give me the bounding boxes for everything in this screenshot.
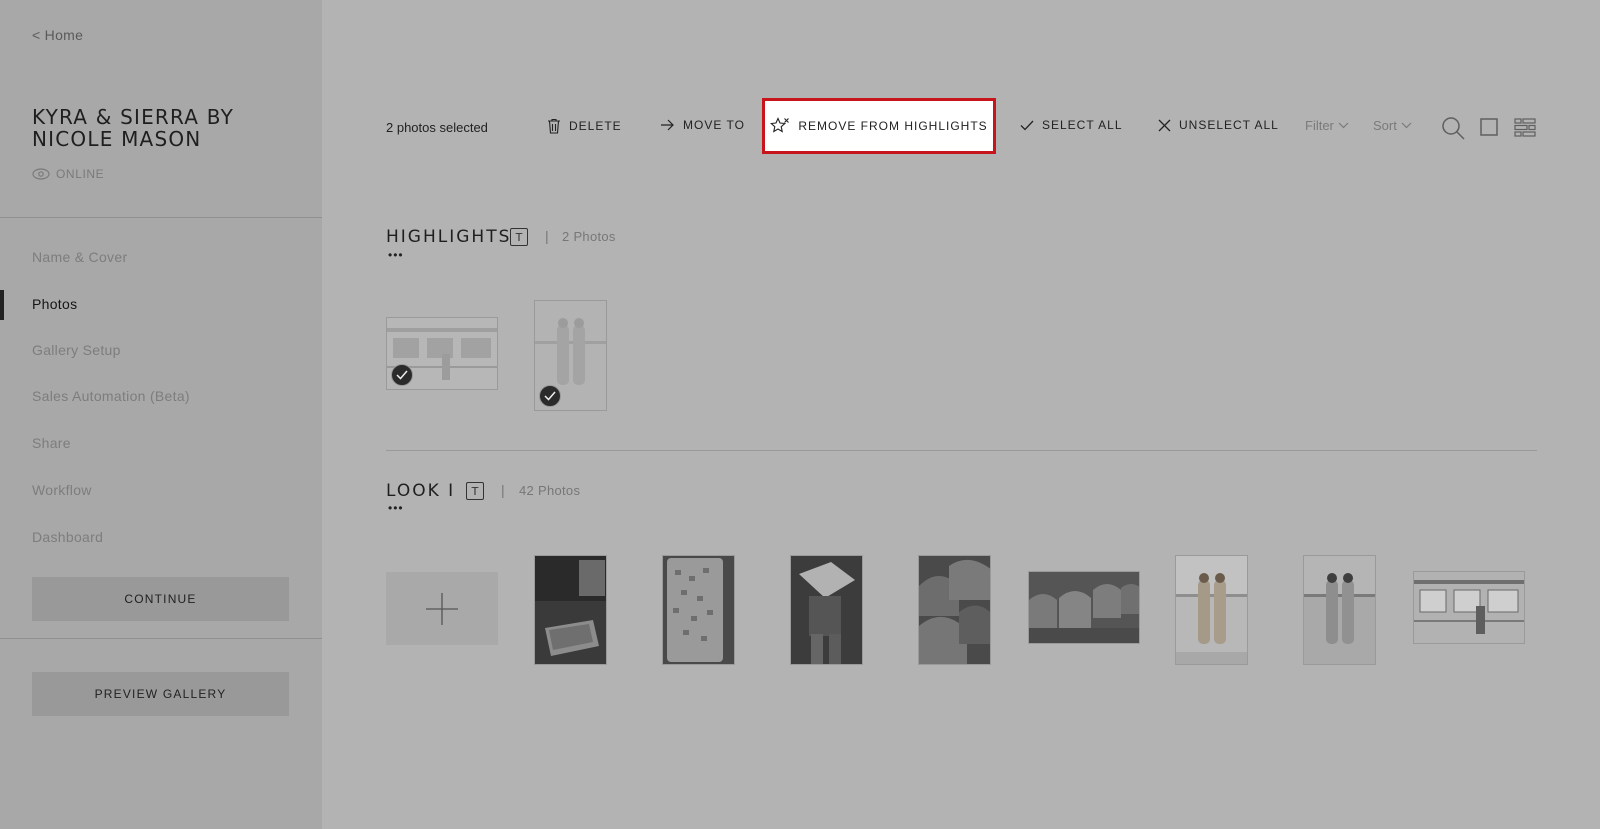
sidebar-item-sales-automation[interactable]: Sales Automation (Beta) xyxy=(32,388,190,404)
select-all-button[interactable]: SELECT ALL xyxy=(1020,118,1123,132)
table-photo xyxy=(535,556,606,664)
sidebar-divider xyxy=(0,217,322,218)
look-i-more-icon[interactable]: ••• xyxy=(388,502,404,514)
look-i-title: LOOK I xyxy=(386,481,456,501)
ferry-window-photo xyxy=(1414,572,1524,643)
sidebar-item-gallery-setup[interactable]: Gallery Setup xyxy=(32,342,121,358)
search-icon[interactable] xyxy=(1441,116,1465,140)
twins-bw-photo xyxy=(1304,556,1375,664)
move-to-button[interactable]: MOVE TO xyxy=(660,118,745,132)
section-divider xyxy=(386,450,1537,451)
seats-wide-photo xyxy=(1029,572,1139,643)
photo-thumbnail[interactable] xyxy=(386,317,498,390)
continue-button[interactable]: CONTINUE xyxy=(32,577,289,621)
delete-label: DELETE xyxy=(569,119,622,133)
text-edit-icon[interactable]: T xyxy=(510,228,528,246)
sidebar: < Home KYRA & SIERRA BY NICOLE MASON ONL… xyxy=(0,0,322,829)
highlights-title: HIGHLIGHTS xyxy=(386,227,512,247)
chevron-down-icon xyxy=(1338,122,1349,129)
separator: | xyxy=(545,228,549,244)
active-indicator xyxy=(0,290,4,320)
close-icon xyxy=(1158,119,1171,131)
delete-button[interactable]: DELETE xyxy=(547,118,622,134)
sidebar-item-dashboard[interactable]: Dashboard xyxy=(32,529,103,545)
remove-from-highlights-label: REMOVE FROM HIGHLIGHTS xyxy=(798,119,988,133)
photo-thumbnail[interactable] xyxy=(1028,571,1140,644)
grid-view-icon[interactable] xyxy=(1514,118,1536,137)
star-remove-icon xyxy=(770,117,790,133)
photo-thumbnail[interactable] xyxy=(1175,555,1248,665)
look-i-photo-count: 42 Photos xyxy=(519,483,581,498)
home-link[interactable]: < Home xyxy=(32,27,83,43)
puzzle-photo xyxy=(663,556,734,664)
eye-icon xyxy=(32,168,50,180)
seats-photo xyxy=(919,556,990,664)
select-all-label: SELECT ALL xyxy=(1042,118,1123,132)
sidebar-item-share[interactable]: Share xyxy=(32,435,71,451)
photo-thumbnail[interactable] xyxy=(790,555,863,665)
single-view-icon[interactable] xyxy=(1480,118,1498,136)
plus-icon xyxy=(426,592,458,625)
move-to-label: MOVE TO xyxy=(683,118,745,132)
selected-count: 2 photos selected xyxy=(386,120,488,135)
filter-label: Filter xyxy=(1305,118,1334,133)
highlights-more-icon[interactable]: ••• xyxy=(388,249,404,261)
unselect-all-label: UNSELECT ALL xyxy=(1179,118,1279,132)
photo-thumbnail[interactable] xyxy=(1413,571,1525,644)
highlights-photo-count: 2 Photos xyxy=(562,229,616,244)
photo-thumbnail[interactable] xyxy=(534,555,607,665)
photo-thumbnail[interactable] xyxy=(918,555,991,665)
arrow-right-icon xyxy=(661,119,674,131)
sidebar-item-name-cover[interactable]: Name & Cover xyxy=(32,249,127,265)
photo-thumbnail[interactable] xyxy=(534,300,607,411)
chevron-down-icon xyxy=(1401,122,1412,129)
selected-check-icon[interactable] xyxy=(539,385,561,407)
selected-check-icon[interactable] xyxy=(391,364,413,386)
status-label: ONLINE xyxy=(56,167,105,181)
text-edit-icon[interactable]: T xyxy=(466,482,484,500)
photo-thumbnail[interactable] xyxy=(1303,555,1376,665)
remove-from-highlights-button[interactable]: REMOVE FROM HIGHLIGHTS xyxy=(762,98,996,154)
filter-dropdown[interactable]: Filter xyxy=(1305,118,1349,133)
trash-icon xyxy=(548,118,560,134)
photo-thumbnail[interactable] xyxy=(662,555,735,665)
add-photo-button[interactable] xyxy=(386,572,498,645)
sidebar-divider xyxy=(0,638,322,639)
newspaper-photo xyxy=(791,556,862,664)
twins-color-photo xyxy=(1176,556,1247,664)
preview-gallery-button[interactable]: PREVIEW GALLERY xyxy=(32,672,289,716)
unselect-all-button[interactable]: UNSELECT ALL xyxy=(1158,118,1279,132)
sort-label: Sort xyxy=(1373,118,1397,133)
checkmark-icon xyxy=(1020,120,1034,130)
sort-dropdown[interactable]: Sort xyxy=(1373,118,1412,133)
separator: | xyxy=(501,482,505,498)
gallery-title: KYRA & SIERRA BY NICOLE MASON xyxy=(32,105,234,151)
gallery-status: ONLINE xyxy=(32,167,104,181)
sidebar-item-workflow[interactable]: Workflow xyxy=(32,482,92,498)
sidebar-item-photos[interactable]: Photos xyxy=(32,296,77,312)
